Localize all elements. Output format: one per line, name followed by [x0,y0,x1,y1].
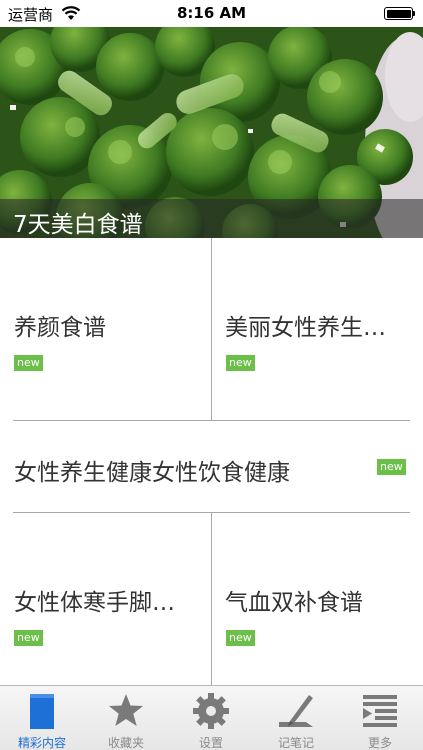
tab-label: 精彩内容 [17,736,66,750]
gear-icon [193,693,229,729]
recipe-card[interactable]: 女性体寒手脚… new [0,513,211,685]
recipe-grid: 养颜食谱 new 美丽女性养生… new 女性养生健康女性饮食健康 new 女性… [0,238,423,685]
tab-settings[interactable]: 设置 [169,686,253,750]
hero-caption-bar: 7天美白食谱 [0,199,423,238]
tab-label: 设置 [198,736,223,750]
recipe-card[interactable]: 养颜食谱 new [0,238,211,420]
grid-divider [211,238,212,420]
tab-notes[interactable]: 记笔记 [254,686,338,750]
tab-label: 收藏夹 [107,736,144,750]
battery-tip [413,11,415,16]
new-badge: new [377,459,406,475]
new-badge: new [226,355,255,371]
tab-favorites[interactable]: 收藏夹 [84,686,168,750]
recipe-title: 美丽女性养生… [225,315,386,341]
recipe-title: 养颜食谱 [14,315,106,341]
grid-divider [211,513,212,685]
hero-banner[interactable]: 7天美白食谱 [0,27,423,238]
recipe-title: 女性体寒手脚… [14,590,175,616]
tab-label: 记笔记 [277,736,314,750]
tab-bar: 精彩内容 收藏夹 设置 记笔记 更多 [0,685,423,750]
status-bar: 运营商 8:16 AM [0,0,423,27]
recipe-title: 气血双补食谱 [225,590,363,616]
pen-note-icon [279,695,313,727]
featured-icon [30,694,54,729]
new-badge: new [226,630,255,646]
more-list-icon [363,695,397,727]
recipe-title: 女性养生健康女性饮食健康 [14,460,290,486]
new-badge: new [14,355,43,371]
recipe-card[interactable]: 美丽女性养生… new [212,238,423,420]
grid-divider [13,420,410,421]
hero-title: 7天美白食谱 [13,212,143,238]
battery-icon [384,7,413,20]
tab-featured[interactable]: 精彩内容 [0,686,84,750]
new-badge: new [14,630,43,646]
tab-more[interactable]: 更多 [338,686,422,750]
recipe-card[interactable]: 女性养生健康女性饮食健康 new [0,421,423,512]
recipe-card[interactable]: 气血双补食谱 new [212,513,423,685]
tab-label: 更多 [367,736,392,750]
status-time: 8:16 AM [176,4,247,22]
star-icon [109,694,143,726]
